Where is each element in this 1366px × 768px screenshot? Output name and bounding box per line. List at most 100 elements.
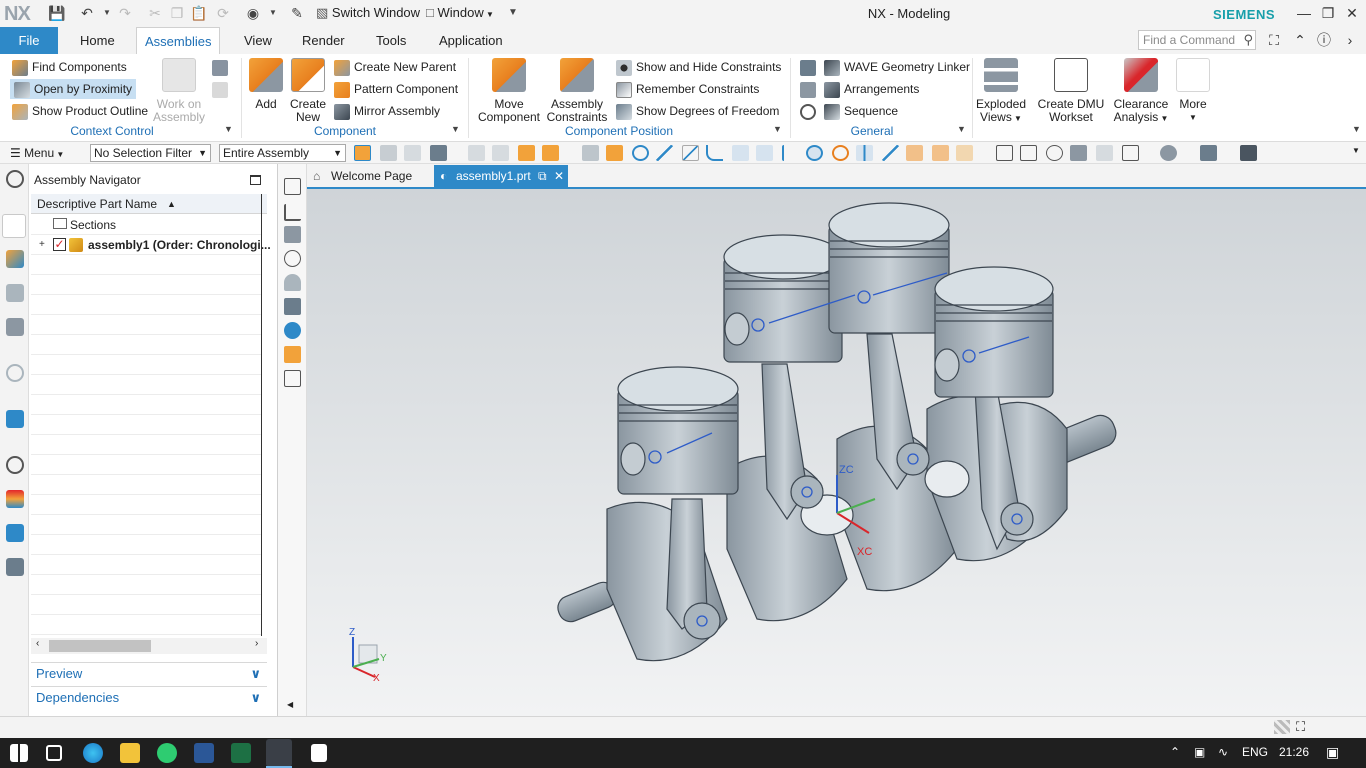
show-product-outline-button[interactable]: Show Product Outline [12,101,148,121]
clearance-analysis-button[interactable]: Clearance Analysis ▼ [1112,58,1170,125]
tab-tools[interactable]: Tools [368,27,414,54]
exploded-views-button[interactable]: Exploded Views ▼ [974,58,1028,125]
tray-chevron-icon[interactable]: ⌃ [1170,745,1180,759]
hole-icon[interactable] [284,298,301,315]
show-hide-constraints-button[interactable]: Show and Hide Constraints [616,57,781,77]
face-icon[interactable] [582,145,599,161]
maximize-panel-icon[interactable] [250,175,261,185]
collapse-toolbar-icon[interactable]: ◀ [287,700,293,709]
circle-center-icon[interactable] [806,145,823,161]
select-body-icon[interactable] [518,145,535,161]
replace-component-icon[interactable] [212,60,228,76]
general-icon-1[interactable] [800,60,816,76]
whatsapp-icon[interactable] [157,743,177,763]
process-studio-icon[interactable] [6,524,24,542]
snap-off-icon[interactable] [468,145,485,161]
view-fit-icon[interactable] [996,145,1013,161]
settings-icon[interactable] [6,170,24,188]
shaded-icon[interactable] [1096,145,1113,161]
open-by-proximity-button[interactable]: Open by Proximity [10,79,137,99]
zoom-icon[interactable] [1020,145,1037,161]
create-new-parent-button[interactable]: Create New Parent [334,57,456,77]
system-materials-icon[interactable] [6,490,24,508]
point-on-surface-icon[interactable] [906,145,923,161]
make-work-part-icon[interactable] [212,82,228,98]
dependencies-section[interactable]: Dependencies ∨ [31,686,267,708]
battery-icon[interactable]: ▣ [1194,745,1205,759]
list-item-assembly1[interactable]: + ✓ assembly1 (Order: Chronologi... [31,235,271,255]
component-position-more-icon[interactable]: ▼ [773,124,782,134]
snap-icon-2[interactable] [492,145,509,161]
context-control-more-icon[interactable]: ▼ [224,124,233,134]
tab-welcome-page[interactable]: ⌂ Welcome Page [309,165,433,187]
part-navigator-icon[interactable] [6,284,24,302]
edge-icon[interactable] [83,743,103,763]
general-icon-3[interactable] [800,104,816,120]
tab-render[interactable]: Render [294,27,353,54]
move-component-button[interactable]: Move Component [476,58,542,124]
wave-geometry-linker-button[interactable]: WAVE Geometry Linker [824,57,970,77]
windows-start-icon[interactable] [10,744,28,762]
end-point-icon[interactable] [656,145,673,161]
close-tab-icon[interactable]: ✕ [554,165,564,187]
add-part-icon[interactable] [284,346,301,363]
component-more-icon[interactable]: ▼ [451,124,460,134]
column-header[interactable]: Descriptive Part Name ▲ [31,194,267,214]
work-on-assembly-button[interactable]: Work on Assembly [152,58,206,124]
type-filter-icon[interactable] [430,145,447,161]
sequence-button[interactable]: Sequence [824,101,898,121]
selection-scope-select[interactable]: Entire Assembly ▼ [219,144,346,162]
vertical-scrollbar[interactable] [261,194,267,636]
point-icon[interactable] [956,145,973,161]
edit-section-icon[interactable] [1200,145,1217,161]
existing-point-icon[interactable] [856,145,873,161]
checkbox-icon[interactable]: ✓ [53,238,66,251]
file-explorer-icon[interactable] [120,743,140,763]
ribbon-options-icon[interactable]: › [1340,31,1360,49]
sketch-icon[interactable] [284,178,301,195]
quadrant-icon[interactable] [782,145,799,161]
arc-center-icon[interactable] [756,145,773,161]
restore-icon[interactable]: ❐ [1318,4,1338,22]
drawing-icon[interactable] [284,370,301,387]
menu-button[interactable]: ☰ Menu ▼ [10,144,64,164]
tab-file[interactable]: File [0,27,58,54]
scroll-right-icon[interactable]: › [255,638,258,649]
history-icon[interactable] [6,456,24,474]
scroll-left-icon[interactable]: ‹ [36,638,39,649]
nx-taskbar-icon[interactable] [266,739,292,767]
remember-constraints-button[interactable]: Remember Constraints [616,79,759,99]
rotate-icon[interactable] [1046,145,1063,161]
assembly-select-icon[interactable] [354,145,371,161]
hd3d-tools-icon[interactable] [6,364,24,382]
assembly-navigator-tab-icon[interactable] [2,214,26,238]
undock-icon[interactable]: ⧉ [538,165,547,187]
show-dof-button[interactable]: Show Degrees of Freedom [616,101,779,121]
graphics-window[interactable]: ZC XC Z Y X [307,187,1366,716]
pattern-component-button[interactable]: Pattern Component [334,79,458,99]
assembly-constraints-button[interactable]: Assembly Constraints [546,58,608,124]
ribbon-overflow-icon[interactable]: ▼ [1352,124,1361,134]
roles-icon[interactable] [6,558,24,576]
web-browser-icon[interactable] [6,410,24,428]
render-icon[interactable] [284,322,301,339]
intersection-icon[interactable] [732,145,749,161]
calculator-icon[interactable] [311,744,327,762]
preview-section[interactable]: Preview ∨ [31,662,267,684]
tab-assemblies[interactable]: Assemblies [136,27,221,54]
wifi-icon[interactable]: ∿ [1218,745,1228,759]
engine-model[interactable]: ZC XC Z Y X [307,189,1366,716]
tab-assembly1[interactable]: ◐ assembly1.prt ⧉ ✕ [434,165,568,187]
selection-filter-select[interactable]: No Selection Filter ▼ [90,144,211,162]
revolve-icon[interactable] [284,250,301,267]
orient-view-icon[interactable] [1122,145,1139,161]
scrollbar-thumb[interactable] [49,640,151,652]
word-icon[interactable] [194,743,214,763]
language-indicator[interactable]: ENG [1242,745,1268,759]
select-feature-icon[interactable] [542,145,559,161]
point-snap-icon[interactable] [632,145,649,161]
excel-icon[interactable] [231,743,251,763]
render-style-icon[interactable] [1160,145,1177,161]
full-screen-toggle-icon[interactable]: ⛶ [1296,719,1305,735]
task-view-icon[interactable] [46,745,62,761]
